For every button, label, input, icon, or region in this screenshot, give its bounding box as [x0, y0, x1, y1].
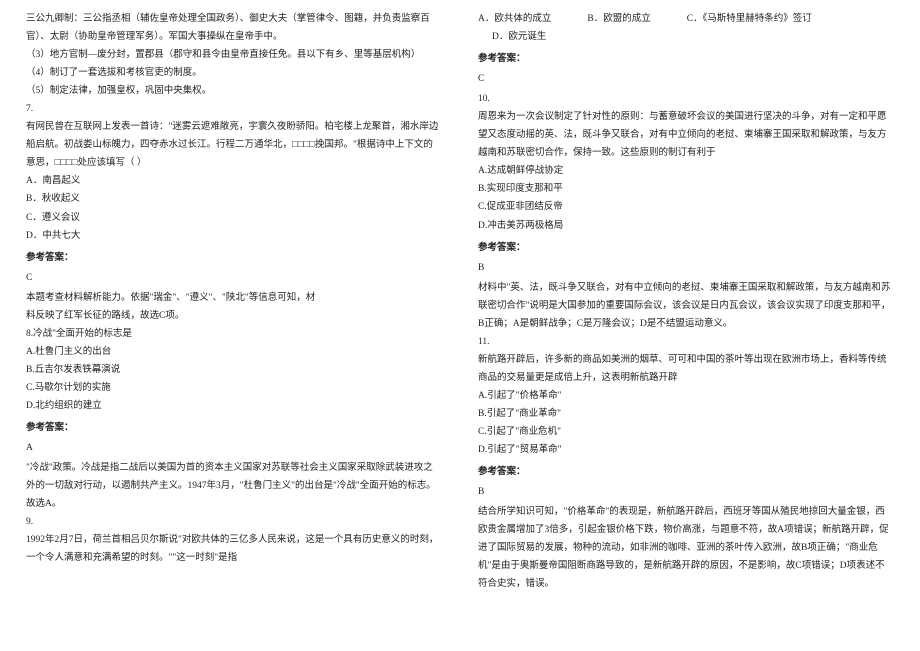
option-7c: C．遵义会议: [26, 209, 442, 227]
option-10c: C.促成亚非团结反帝: [478, 198, 894, 216]
question-number-10: 10.: [478, 90, 894, 108]
option-11d: D.引起了"贸易革命": [478, 441, 894, 459]
explanation-7-line1: 本题考查材料解析能力。依据"瑞金"、"遵义"、"陕北"等信息可知，材: [26, 289, 442, 307]
answer-heading-7: 参考答案：: [26, 249, 442, 267]
option-9a: A．欧共体的成立: [478, 10, 551, 28]
option-8b: B.丘吉尔发表铁幕演说: [26, 361, 442, 379]
answer-value-7: C: [26, 269, 442, 287]
option-row-9: A．欧共体的成立 B．欧盟的成立 C．《马斯特里赫特条约》签订: [478, 10, 894, 28]
option-9b: B．欧盟的成立: [587, 10, 650, 28]
question-stem-9: 1992年2月7日，荷兰首相吕贝尔斯说"对欧共体的三亿多人民来说，这是一个具有历…: [26, 531, 442, 567]
answer-heading-11: 参考答案：: [478, 463, 894, 481]
option-11b: B.引起了"商业革命": [478, 405, 894, 423]
option-9d: D．欧元诞生: [478, 28, 894, 46]
question-number-9: 9.: [26, 513, 442, 531]
answer-value-8: A: [26, 439, 442, 457]
paragraph: （4）制订了一套选拔和考核官吏的制度。: [26, 64, 442, 82]
question-stem-11: 新航路开辟后，许多新的商品如美洲的烟草、可可和中国的茶叶等出现在欧洲市场上，香料…: [478, 351, 894, 387]
question-stem-7: 有网民曾在互联网上发表一首诗："迷雾云遮难敞亮，宇寰久夜盼骄阳。柏宅楼上龙聚首，…: [26, 118, 442, 172]
option-8d: D.北约组织的建立: [26, 397, 442, 415]
right-column: A．欧共体的成立 B．欧盟的成立 C．《马斯特里赫特条约》签订 D．欧元诞生 参…: [460, 0, 920, 651]
answer-heading-8: 参考答案：: [26, 419, 442, 437]
explanation-7-line2: 料反映了红军长征的路线，故选C项。: [26, 307, 442, 325]
explanation-11: 结合所学知识可知，"价格革命"的表现是，新航路开辟后，西班牙等国从殖民地掠回大量…: [478, 503, 894, 593]
option-10b: B.实现印度支那和平: [478, 180, 894, 198]
option-10a: A.达成朝鲜停战协定: [478, 162, 894, 180]
question-stem-10: 周恩来为一次会议制定了针对性的原则：与蓄意破坏会议的美国进行坚决的斗争，对有一定…: [478, 108, 894, 162]
option-9c: C．《马斯特里赫特条约》签订: [687, 10, 812, 28]
question-stem-8: 8.冷战"全面开始的标志是: [26, 325, 442, 343]
option-8a: A.杜鲁门主义的出台: [26, 343, 442, 361]
answer-heading-9: 参考答案：: [478, 50, 894, 68]
option-7a: A．南昌起义: [26, 172, 442, 190]
question-number-7: 7.: [26, 100, 442, 118]
question-number-11: 11.: [478, 333, 894, 351]
answer-value-11: B: [478, 483, 894, 501]
option-7d: D．中共七大: [26, 227, 442, 245]
option-7b: B．秋收起义: [26, 190, 442, 208]
option-8c: C.马歇尔计划的实施: [26, 379, 442, 397]
option-11c: C.引起了"商业危机": [478, 423, 894, 441]
option-11a: A.引起了"价格革命": [478, 387, 894, 405]
explanation-10: 材料中"英、法，既斗争又联合，对有中立倾向的老挝、柬埔寨王国采取和解政策，与友方…: [478, 279, 894, 333]
paragraph: 三公九卿制：三公指丞相（辅佐皇帝处理全国政务）、御史大夫（掌管律令、图籍，并负责…: [26, 10, 442, 46]
option-10d: D.冲击美苏两极格局: [478, 217, 894, 235]
answer-value-10: B: [478, 259, 894, 277]
left-column: 三公九卿制：三公指丞相（辅佐皇帝处理全国政务）、御史大夫（掌管律令、图籍，并负责…: [0, 0, 460, 651]
explanation-8: "冷战"政策。冷战是指二战后以美国为首的资本主义国家对苏联等社会主义国家采取除武…: [26, 459, 442, 513]
paragraph: （3）地方官制—废分封，置郡县（郡守和县令由皇帝直接任免。县以下有乡、里等基层机…: [26, 46, 442, 64]
answer-heading-10: 参考答案：: [478, 239, 894, 257]
answer-value-9: C: [478, 70, 894, 88]
paragraph: （5）制定法律，加强皇权，巩固中央集权。: [26, 82, 442, 100]
page: 三公九卿制：三公指丞相（辅佐皇帝处理全国政务）、御史大夫（掌管律令、图籍，并负责…: [0, 0, 920, 651]
